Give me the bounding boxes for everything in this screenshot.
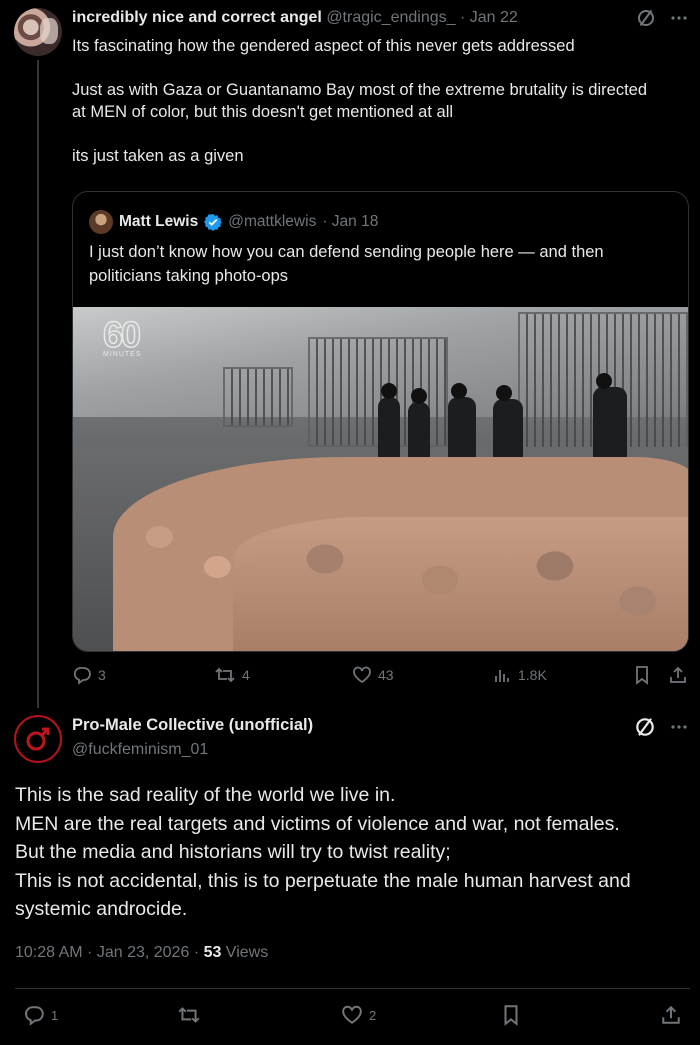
more-icon[interactable]	[670, 718, 688, 741]
tweet-line: MEN are the real targets and victims of …	[15, 812, 620, 835]
tweet-line: This is the sad reality of the world we …	[15, 784, 396, 806]
tweet-line: This is not accidental, this is to perpe…	[15, 869, 631, 921]
like-count: 43	[378, 667, 394, 683]
male-symbol-icon	[26, 727, 50, 751]
sixty-minutes-logo-sub: MINUTES	[103, 351, 142, 358]
reply-count: 1	[51, 1007, 59, 1023]
grok-icon[interactable]	[636, 8, 656, 28]
quoted-tweet-header: Matt Lewis @mattklewis · Jan 18	[89, 210, 378, 234]
share-button[interactable]	[668, 665, 688, 685]
verified-badge-icon	[204, 213, 223, 231]
author-handle[interactable]: @fuckfeminism_01	[72, 741, 208, 759]
image-cell-bars	[223, 367, 293, 427]
quoted-tweet[interactable]: Matt Lewis @mattklewis · Jan 18 I just d…	[72, 191, 689, 652]
image-crowd	[233, 517, 688, 651]
share-icon	[670, 666, 686, 683]
share-icon	[662, 1005, 680, 1024]
tweet-paragraph: its just taken as a given	[72, 147, 244, 165]
repost-count: 4	[242, 667, 250, 683]
like-count: 2	[369, 1007, 377, 1023]
heart-icon	[353, 666, 371, 684]
views-count: 53	[203, 944, 222, 961]
tweet-top-actions	[634, 716, 688, 743]
repost-button[interactable]	[177, 1004, 207, 1026]
views-icon	[495, 670, 509, 682]
bookmark-button[interactable]	[632, 665, 652, 685]
bookmark-button[interactable]	[500, 1004, 522, 1026]
thread-connector	[37, 60, 39, 708]
sixty-minutes-logo: 60	[102, 314, 142, 355]
divider	[15, 988, 690, 989]
tweet-metadata: 10:28 AM · Jan 23, 2026 · 53 Views	[15, 944, 268, 962]
tweet-paragraph: Just as with Gaza or Guantanamo Bay most…	[72, 81, 648, 121]
repost-icon	[178, 1007, 200, 1023]
heart-icon	[342, 1005, 362, 1024]
tweet-header: incredibly nice and correct angel @tragi…	[72, 9, 518, 27]
reply-icon	[25, 1006, 44, 1026]
bookmark-icon	[504, 1005, 518, 1026]
author-avatar[interactable]	[14, 715, 62, 763]
grok-icon[interactable]	[634, 716, 656, 743]
tweet-action-bar: 3 4 43 1.8K	[72, 665, 692, 689]
more-icon[interactable]	[670, 9, 688, 27]
quoted-author-handle[interactable]: @mattklewis	[228, 213, 316, 231]
tweet-line: But the media and historians will try to…	[15, 841, 451, 863]
tweet-date[interactable]: · Jan 22	[460, 9, 518, 26]
tweet-paragraph: Its fascinating how the gendered aspect …	[72, 37, 575, 55]
tweet-timestamp[interactable]: 10:28 AM · Jan 23, 2026 ·	[15, 944, 204, 961]
tweet-action-bar: 1 2	[15, 1004, 690, 1030]
quoted-author-avatar[interactable]	[89, 210, 113, 234]
bookmark-icon	[636, 666, 648, 685]
reply-button[interactable]: 3	[72, 665, 106, 685]
author-name[interactable]: incredibly nice and correct angel	[72, 9, 322, 26]
like-button[interactable]: 43	[352, 665, 394, 685]
quoted-tweet-image[interactable]: 60 MINUTES	[73, 307, 688, 651]
like-button[interactable]: 2	[341, 1004, 376, 1026]
quoted-tweet-text: I just don’t know how you can defend sen…	[89, 243, 604, 285]
author-name[interactable]: Pro-Male Collective (unofficial)	[72, 716, 313, 735]
quoted-author-name[interactable]: Matt Lewis	[119, 213, 198, 231]
tweet-text: This is the sad reality of the world we …	[15, 781, 690, 924]
author-handle[interactable]: @tragic_endings_	[326, 9, 455, 26]
share-button[interactable]	[660, 1004, 682, 1026]
views-button[interactable]: 1.8K	[492, 665, 547, 685]
quoted-tweet-date[interactable]: · Jan 18	[322, 213, 378, 231]
reply-button[interactable]: 1	[23, 1004, 58, 1026]
author-avatar[interactable]	[14, 8, 62, 56]
tweet-top-actions	[636, 8, 688, 28]
views-label: Views	[221, 944, 269, 961]
repost-icon	[215, 667, 235, 683]
reply-icon	[73, 667, 91, 685]
views-count: 1.8K	[518, 667, 547, 683]
repost-button[interactable]: 4	[214, 665, 250, 685]
tweet-text: Its fascinating how the gendered aspect …	[72, 35, 662, 189]
reply-count: 3	[98, 667, 106, 683]
